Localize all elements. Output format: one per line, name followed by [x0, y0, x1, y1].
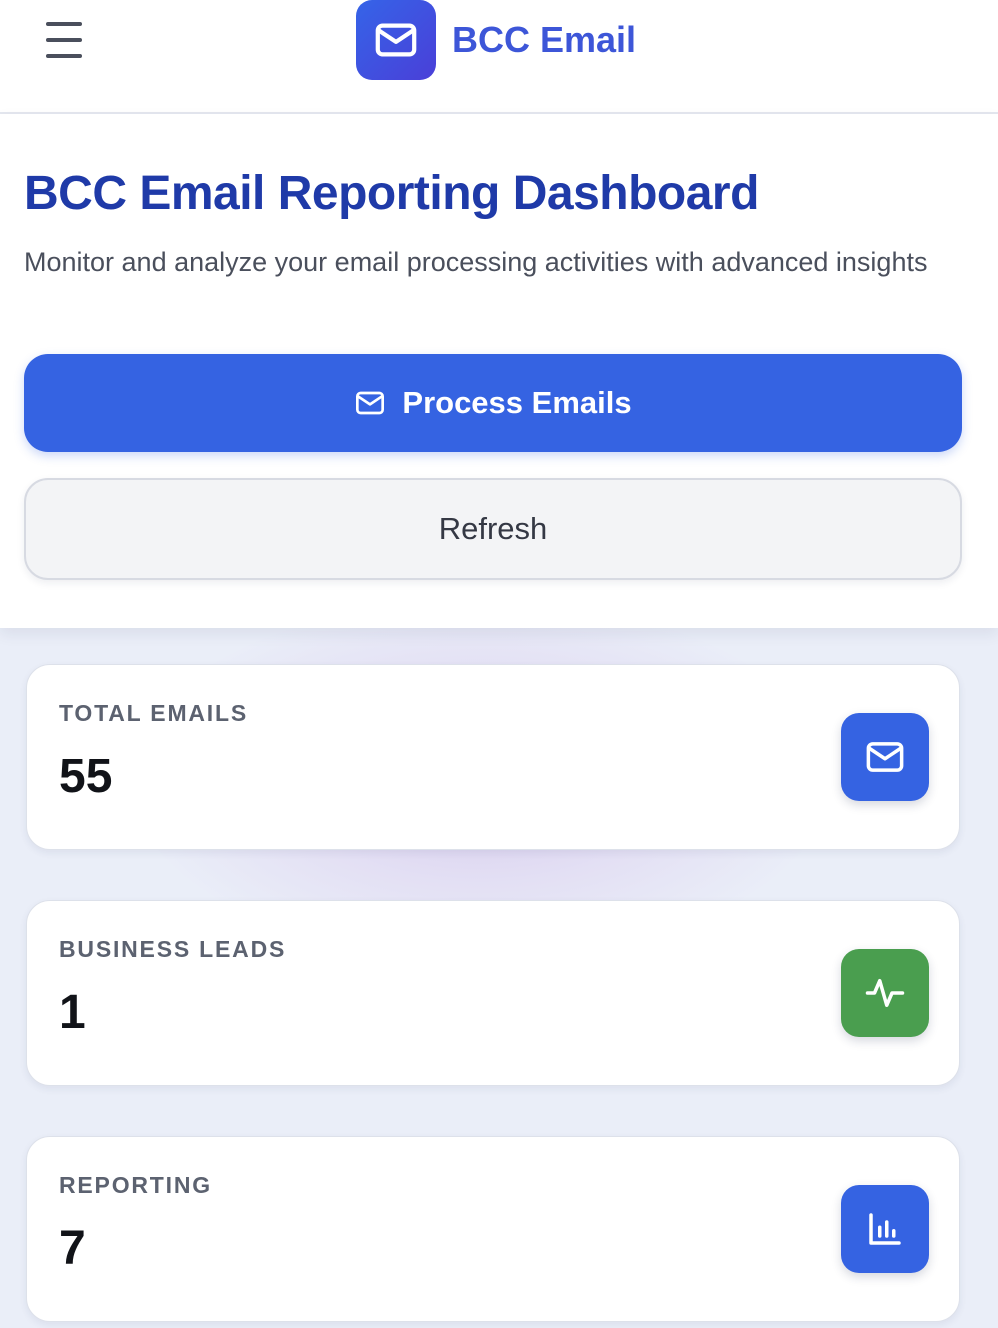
hamburger-menu-icon-bar	[46, 38, 82, 42]
stat-card-reporting: REPORTING 7	[26, 1136, 960, 1322]
stat-label: BUSINESS LEADS	[59, 936, 287, 962]
brand-title[interactable]: BCC Email	[452, 18, 636, 62]
stat-label: TOTAL EMAILS	[59, 700, 248, 726]
refresh-label: Refresh	[438, 511, 548, 546]
top-bar: BCC Email	[0, 0, 998, 114]
stat-label: REPORTING	[59, 1172, 212, 1198]
activity-icon	[865, 979, 905, 1007]
stat-value: 1	[59, 986, 86, 1039]
stat-icon-badge	[841, 949, 929, 1037]
stat-icon-badge	[841, 713, 929, 801]
mail-icon	[356, 391, 385, 415]
stat-value: 55	[59, 750, 113, 803]
menu-button[interactable]	[44, 22, 84, 58]
hero-section: BCC Email Reporting Dashboard Monitor an…	[0, 114, 998, 628]
hamburger-menu-icon	[46, 22, 82, 26]
stat-value: 7	[59, 1222, 86, 1275]
stat-card-business-leads: BUSINESS LEADS 1	[26, 900, 960, 1086]
process-emails-label: Process Emails	[402, 385, 632, 420]
stat-card-total-emails: TOTAL EMAILS 55	[26, 664, 960, 850]
page-subtitle: Monitor and analyze your email processin…	[24, 247, 928, 277]
process-emails-button[interactable]: Process Emails	[24, 354, 962, 452]
refresh-button[interactable]: Refresh	[24, 478, 962, 580]
brand-logo[interactable]	[356, 0, 436, 80]
page-title: BCC Email Reporting Dashboard	[24, 167, 759, 220]
bar-chart-icon	[869, 1213, 901, 1245]
hamburger-menu-icon-bar	[46, 54, 82, 58]
mail-icon	[375, 23, 417, 57]
stat-icon-badge	[841, 1185, 929, 1273]
mail-icon	[866, 742, 904, 772]
